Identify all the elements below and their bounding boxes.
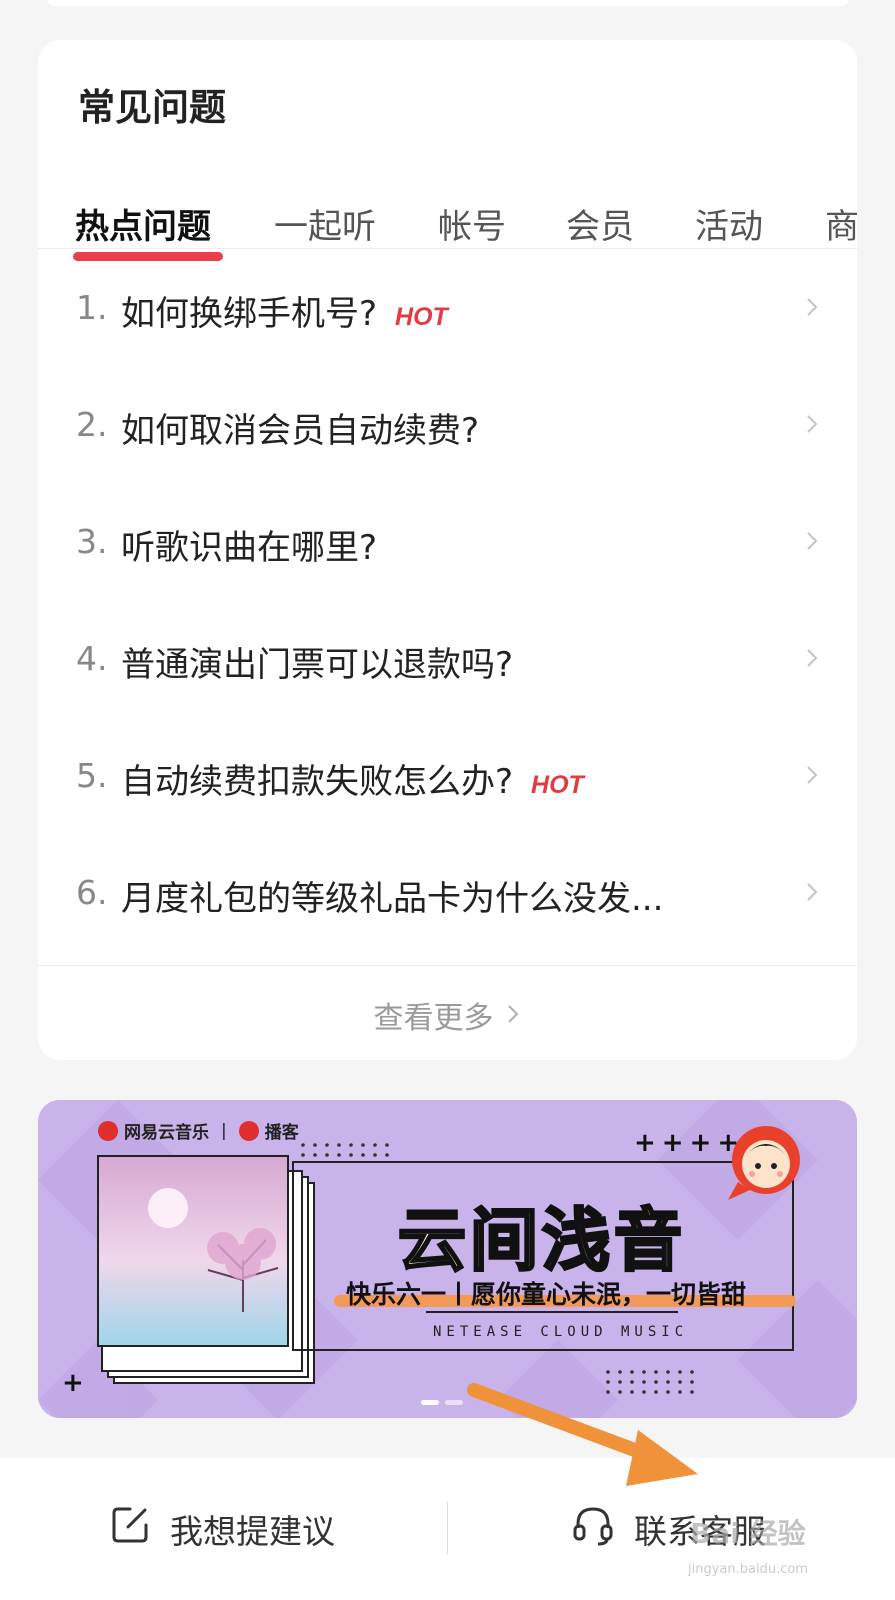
see-more-label: 查看更多 (373, 1001, 494, 1036)
baidu-watermark-url: jingyan.baidu.com (688, 1562, 808, 1577)
baidu-watermark: Bai 经验 (690, 1517, 806, 1550)
edit-icon (108, 1503, 152, 1555)
tab-listen-together[interactable]: 一起听 (274, 205, 376, 249)
banner-plus-marks: ++++ (634, 1128, 746, 1158)
faq-item-number: 3. (76, 522, 108, 561)
banner-brand-row: 网易云音乐 | 播客 (98, 1118, 299, 1143)
faq-item-3[interactable]: 3. 听歌识曲在哪里? (38, 482, 857, 601)
banner-english-tagline: NETEASE CLOUD MUSIC (433, 1324, 689, 1340)
previous-card-edge (48, 0, 848, 6)
chevron-right-icon (504, 998, 522, 1033)
faq-item-6[interactable]: 6. 月度礼包的等级礼品卡为什么没发... (38, 833, 857, 952)
carousel-dot[interactable] (445, 1400, 463, 1405)
tab-membership[interactable]: 会员 (566, 205, 634, 249)
faq-item-5[interactable]: 5. 自动续费扣款失败怎么办? HOT (38, 716, 857, 835)
faq-item-text: 普通演出门票可以退款吗? (121, 645, 514, 685)
faq-item-number: 6. (76, 873, 108, 912)
chevron-right-icon (801, 530, 823, 552)
faq-item-text: 如何换绑手机号? HOT (121, 294, 448, 334)
netease-logo-icon (98, 1120, 118, 1141)
carousel-dot-active[interactable] (421, 1400, 439, 1405)
see-more-button[interactable]: 查看更多 (38, 975, 857, 1055)
podcast-logo-icon (238, 1120, 259, 1141)
banner-brand-name: 网易云音乐 (124, 1123, 209, 1143)
faq-item-1[interactable]: 1. 如何换绑手机号? HOT (38, 248, 857, 367)
promo-banner[interactable]: 网易云音乐 | 播客 ++++ + 云间浅音 快乐六一丨愿你童心未泯，一切皆甜 … (38, 1100, 857, 1418)
chevron-right-icon (801, 296, 823, 318)
faq-item-number: 1. (76, 288, 108, 327)
carousel-indicators (421, 1400, 463, 1405)
faq-item-2[interactable]: 2. 如何取消会员自动续费? (38, 365, 857, 484)
faq-item-number: 5. (76, 756, 108, 795)
bottom-bar-divider (447, 1502, 448, 1554)
suggest-button[interactable]: 我想提建议 (108, 1458, 335, 1600)
faq-item-text: 月度礼包的等级礼品卡为什么没发... (121, 879, 664, 919)
tab-hot-questions[interactable]: 热点问题 (75, 205, 211, 249)
tab-more-cut[interactable]: 商 (825, 205, 857, 249)
hot-badge: HOT (531, 771, 584, 799)
brand-separator: | (221, 1120, 227, 1141)
tab-account[interactable]: 帐号 (438, 205, 506, 249)
chevron-right-icon (801, 881, 823, 903)
chevron-right-icon (801, 413, 823, 435)
headset-icon (570, 1502, 616, 1556)
banner-brand2: 播客 (264, 1123, 299, 1143)
faq-title: 常见问题 (78, 86, 226, 129)
banner-title: 云间浅音 (396, 1201, 687, 1283)
faq-item-4[interactable]: 4. 普通演出门票可以退款吗? (38, 599, 857, 718)
banner-plus-single: + (62, 1368, 84, 1398)
faq-item-number: 4. (76, 639, 108, 678)
suggest-label: 我想提建议 (170, 1512, 335, 1551)
faq-item-text: 听歌识曲在哪里? (121, 528, 378, 568)
hot-badge: HOT (395, 303, 448, 331)
faq-card: 常见问题 热点问题 一起听 帐号 会员 活动 商 1. 如何换绑手机号? HOT … (38, 40, 857, 1060)
banner-subtitle: 快乐六一丨愿你童心未泯，一切皆甜 (346, 1280, 747, 1309)
chevron-right-icon (801, 764, 823, 786)
annotation-arrow (467, 1383, 698, 1486)
tab-activities[interactable]: 活动 (695, 205, 763, 249)
faq-item-number: 2. (76, 405, 108, 444)
faq-item-text: 自动续费扣款失败怎么办? HOT (121, 762, 584, 802)
see-more-divider (38, 965, 857, 966)
chevron-right-icon (801, 647, 823, 669)
faq-item-text: 如何取消会员自动续费? (121, 411, 480, 451)
